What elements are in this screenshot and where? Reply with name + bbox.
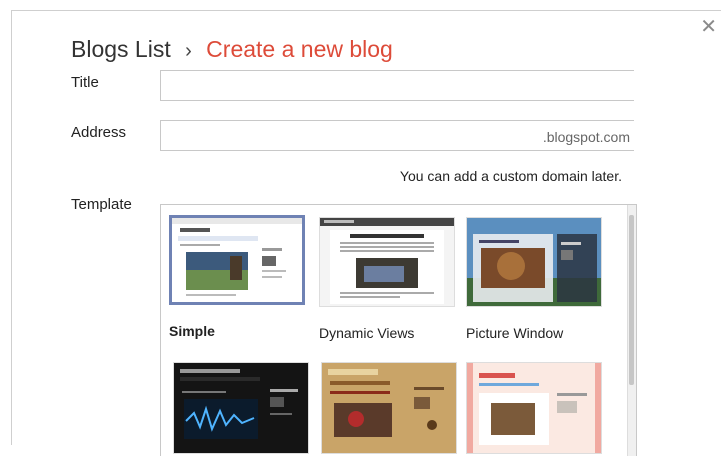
template-picture-window[interactable]: Picture Window [466,217,602,341]
dynamic-views-preview-icon [320,218,454,304]
template-name: Simple [169,323,215,339]
ethereal-preview-icon [467,363,601,453]
address-label: Address [71,124,127,141]
page-title: Create a new blog [206,36,393,62]
template-simple[interactable]: Simple [169,215,305,339]
template-label: Template [71,196,132,213]
template-awesome-inc-thumbnail [173,362,309,454]
breadcrumb-blogs-list[interactable]: Blogs List [71,36,171,62]
breadcrumb: Blogs List › Create a new blog [71,36,393,63]
template-scrollbar-thumb[interactable] [629,215,634,385]
watermark-preview-icon [322,363,456,453]
template-dynamic-views[interactable]: Dynamic Views [319,217,455,341]
address-input[interactable]: .blogspot.com [160,120,634,151]
address-hint: You can add a custom domain later. [399,168,622,184]
title-label: Title [71,74,99,91]
template-picker: Simple Dynamic Views Picture Window [160,204,637,456]
template-name: Picture Window [466,325,564,341]
create-blog-dialog: ✕ Blogs List › Create a new blog Title A… [11,10,721,456]
awesome-inc-preview-icon [174,363,308,453]
template-dynamic-views-thumbnail [319,217,455,307]
template-ethereal-thumbnail [466,362,602,454]
template-awesome-inc[interactable] [173,362,309,454]
template-name: Dynamic Views [319,325,415,341]
template-picture-window-thumbnail [466,217,602,307]
template-watermark[interactable] [321,362,457,454]
template-simple-thumbnail [169,215,305,305]
picture-window-preview-icon [467,218,601,306]
template-watermark-thumbnail [321,362,457,454]
simple-preview-icon [172,218,302,296]
address-suffix: .blogspot.com [542,129,630,145]
breadcrumb-separator: › [185,40,192,62]
title-input[interactable] [160,70,634,101]
template-scrollbar[interactable] [627,205,636,456]
close-icon[interactable]: ✕ [700,17,717,37]
template-ethereal[interactable] [466,362,602,454]
